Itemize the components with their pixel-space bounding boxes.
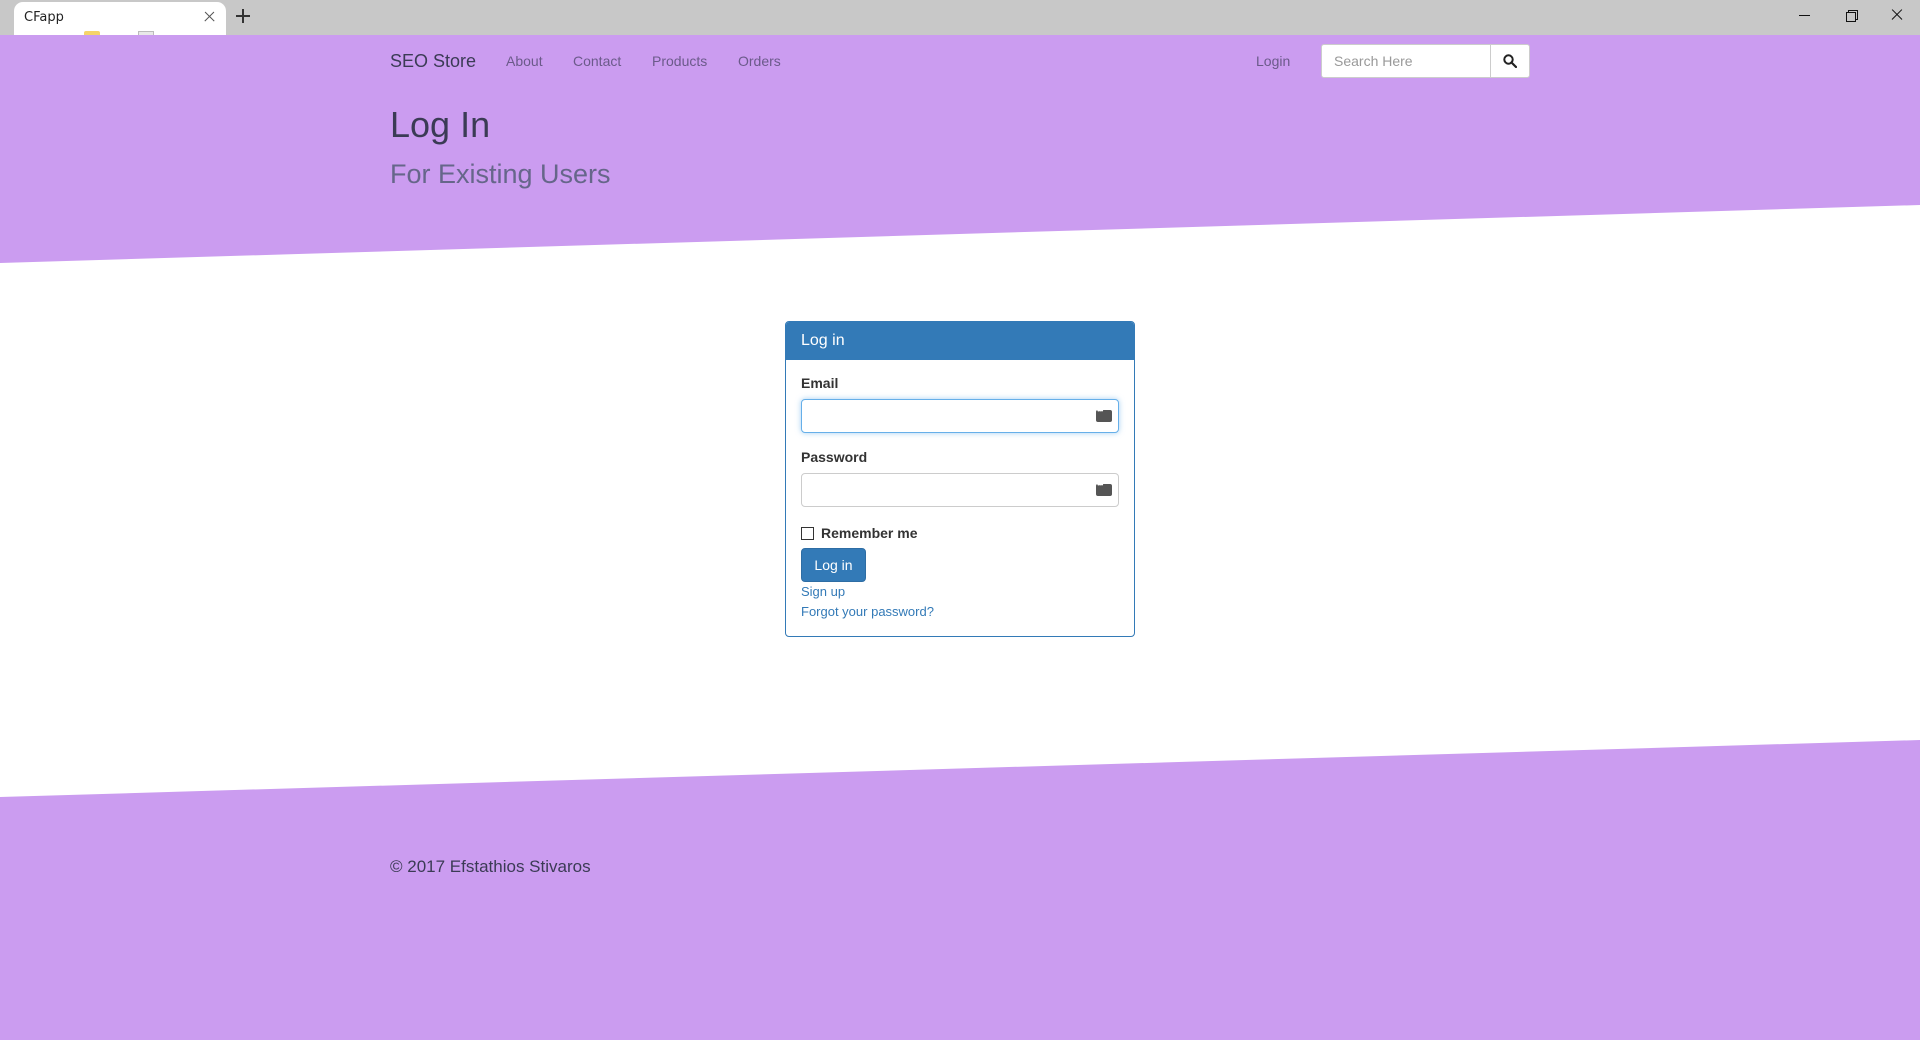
email-label: Email [801,375,839,391]
nav-products[interactable]: Products [652,53,707,69]
footer-copyright: © 2017 Efstathios Stivaros [390,857,591,876]
remember-me-label[interactable]: Remember me [821,525,918,541]
new-tab-icon[interactable] [232,5,254,27]
password-label: Password [801,449,868,465]
email-field[interactable] [801,399,1119,433]
nav-orders[interactable]: Orders [738,53,781,69]
autofill-key-icon[interactable] [1096,480,1112,496]
signup-link[interactable]: Sign up [801,584,845,599]
nav-contact[interactable]: Contact [573,53,621,69]
brand-link[interactable]: SEO Store [390,51,476,72]
page-subtitle: For Existing Users [390,159,611,189]
remember-me-checkbox[interactable] [801,527,814,540]
search-input[interactable] [1321,44,1491,78]
nav-about[interactable]: About [506,53,543,69]
minimize-icon[interactable] [1781,0,1827,30]
browser-tab[interactable]: CFapp [14,2,226,35]
login-panel: Log in Email Password Remember me Log in… [785,321,1135,637]
autofill-key-icon[interactable] [1096,406,1112,422]
browser-titlebar: CFapp [0,0,1920,35]
navbar: SEO Store About Contact Products Orders … [0,35,1920,87]
nav-login[interactable]: Login [1256,53,1290,69]
search-icon [1503,54,1517,68]
restore-icon[interactable] [1828,0,1874,30]
panel-heading: Log in [786,322,1134,360]
search-button[interactable] [1490,44,1530,78]
page-title: Log In [390,104,491,145]
login-button[interactable]: Log in [801,548,866,582]
tab-title: CFapp [24,10,64,25]
close-tab-icon[interactable] [200,8,218,26]
forgot-password-link[interactable]: Forgot your password? [801,604,934,619]
close-window-icon[interactable] [1874,0,1920,30]
password-field[interactable] [801,473,1119,507]
